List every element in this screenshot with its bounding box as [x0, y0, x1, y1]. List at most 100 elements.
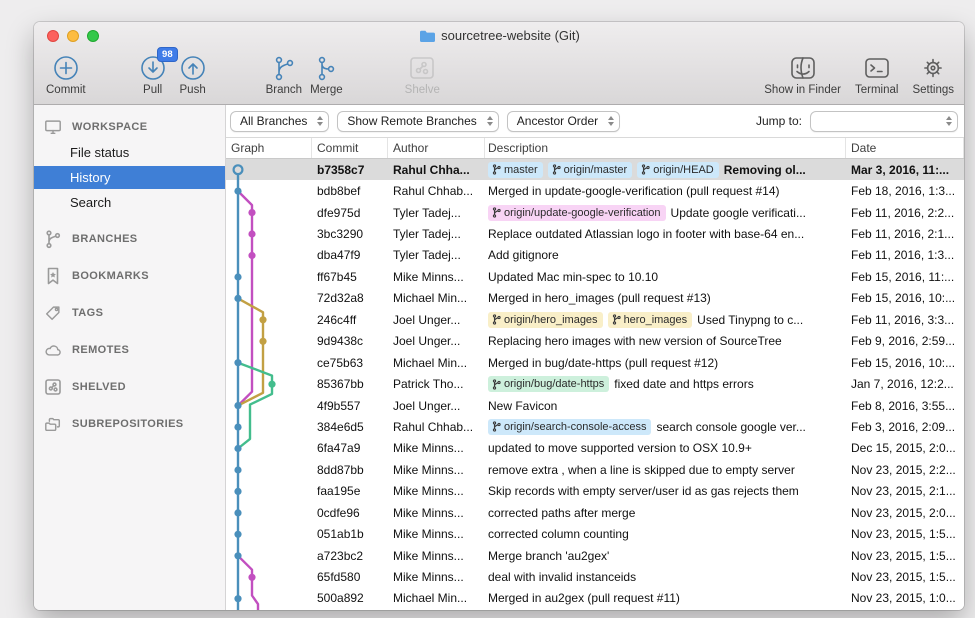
sidebar-header-branches[interactable]: BRANCHES: [34, 227, 225, 251]
graph-cell: [226, 588, 312, 609]
commit-date: Nov 23, 2015, 2:0...: [846, 506, 964, 520]
commit-date: Feb 15, 2016, 10:...: [846, 291, 964, 305]
plus-circle-icon: [51, 51, 81, 84]
branch-badge-label: origin/search-console-access: [504, 421, 646, 433]
commit-description-cell: Merged in hero_images (pull request #13): [485, 291, 846, 305]
toolbar-button-settings[interactable]: Settings: [912, 51, 954, 96]
column-header-description[interactable]: Description: [485, 138, 846, 158]
stepper-arrows-icon: [608, 116, 614, 126]
commit-date: Nov 23, 2015, 2:1...: [846, 484, 964, 498]
branch-filter-select[interactable]: All Branches: [230, 111, 329, 132]
sidebar-header-tags[interactable]: TAGS: [34, 301, 225, 325]
sidebar-item-file-status[interactable]: File status: [34, 141, 225, 164]
toolbar-button-pull[interactable]: 98Pull: [138, 51, 168, 96]
branch-badge-icon: [492, 207, 501, 218]
branch-badge[interactable]: origin/search-console-access: [488, 419, 651, 435]
commit-hash: bdb8bef: [312, 184, 388, 198]
toolbar-button-merge[interactable]: Merge: [310, 51, 343, 96]
branch-badge[interactable]: master: [488, 162, 543, 178]
commit-message: deal with invalid instanceids: [488, 570, 636, 584]
commit-description-cell: Replace outdated Atlassian logo in foote…: [485, 227, 846, 241]
close-window-button[interactable]: [47, 30, 59, 42]
titlebar[interactable]: sourcetree-website (Git): [34, 22, 964, 49]
minimize-window-button[interactable]: [67, 30, 79, 42]
commit-row-3bc3290[interactable]: 3bc3290Tyler Tadej...Replace outdated At…: [226, 223, 964, 244]
toolbar-button-push[interactable]: Push: [178, 51, 208, 96]
commit-author: Michael Min...: [388, 356, 485, 370]
commit-row-9d9438c[interactable]: 9d9438cJoel Unger...Replacing hero image…: [226, 331, 964, 352]
toolbar-button-label: Commit: [46, 84, 86, 96]
commit-author: Rahul Chhab...: [388, 420, 485, 434]
commit-author: Joel Unger...: [388, 313, 485, 327]
commit-row-85367bb[interactable]: 85367bbPatrick Tho...origin/bug/date-htt…: [226, 373, 964, 394]
branch-badge[interactable]: origin/update-google-verification: [488, 205, 666, 221]
commit-row-dba47f9[interactable]: dba47f9Tyler Tadej...Add gitignoreFeb 11…: [226, 245, 964, 266]
commit-author: Mike Minns...: [388, 527, 485, 541]
column-header-commit[interactable]: Commit: [312, 138, 388, 158]
sidebar-item-history[interactable]: History: [34, 166, 225, 189]
commit-row-faa195e[interactable]: faa195eMike Minns...Skip records with em…: [226, 481, 964, 502]
branch-badge[interactable]: origin/bug/date-https: [488, 376, 609, 392]
sidebar-item-search[interactable]: Search: [34, 191, 225, 214]
commit-row-384e6d5[interactable]: 384e6d5Rahul Chhab...origin/search-conso…: [226, 416, 964, 437]
commit-row-8dd87bb[interactable]: 8dd87bbMike Minns...remove extra , when …: [226, 459, 964, 480]
commit-row-dfe975d[interactable]: dfe975dTyler Tadej...origin/update-googl…: [226, 202, 964, 223]
commit-row-4f9b557[interactable]: 4f9b557Joel Unger...New FaviconFeb 8, 20…: [226, 395, 964, 416]
branches-icon: [44, 230, 62, 248]
commit-date: Feb 9, 2016, 2:59...: [846, 334, 964, 348]
sidebar-header-remotes[interactable]: REMOTES: [34, 338, 225, 362]
remote-branches-value: Show Remote Branches: [347, 114, 476, 128]
commit-hash: ff67b45: [312, 270, 388, 284]
commit-row-65fd580[interactable]: 65fd580Mike Minns...deal with invalid in…: [226, 566, 964, 587]
commit-row-0cdfe96[interactable]: 0cdfe96Mike Minns...corrected paths afte…: [226, 502, 964, 523]
commit-author: Patrick Tho...: [388, 377, 485, 391]
sidebar-header-shelved[interactable]: SHELVED: [34, 375, 225, 399]
sidebar-header-workspace[interactable]: WORKSPACE: [34, 115, 225, 139]
remote-branches-select[interactable]: Show Remote Branches: [337, 111, 498, 132]
column-header-date[interactable]: Date: [846, 138, 964, 158]
zoom-window-button[interactable]: [87, 30, 99, 42]
commit-message: Skip records with empty server/user id a…: [488, 484, 799, 498]
branch-badge[interactable]: origin/hero_images: [488, 312, 603, 328]
commit-hash: 85367bb: [312, 377, 388, 391]
commit-row-6fa47a9[interactable]: 6fa47a9Mike Minns...updated to move supp…: [226, 438, 964, 459]
graph-cell: [226, 266, 312, 287]
commit-row-ce75b63[interactable]: ce75b63Michael Min...Merged in bug/date-…: [226, 352, 964, 373]
order-value: Ancestor Order: [517, 114, 598, 128]
commit-row-500a892[interactable]: 500a892Michael Min...Merged in au2gex (p…: [226, 588, 964, 609]
branch-badge[interactable]: hero_images: [608, 312, 693, 328]
commit-row-bdb8bef[interactable]: bdb8befRahul Chhab...Merged in update-go…: [226, 180, 964, 201]
sidebar-header-subrepositories[interactable]: SUBREPOSITORIES: [34, 412, 225, 436]
graph-cell: [226, 523, 312, 544]
jump-to-select[interactable]: [810, 111, 958, 132]
toolbar-button-commit[interactable]: Commit: [46, 51, 86, 96]
commit-row-72d32a8[interactable]: 72d32a8Michael Min...Merged in hero_imag…: [226, 288, 964, 309]
column-header-graph[interactable]: Graph: [226, 138, 312, 158]
commit-row-a723bc2[interactable]: a723bc2Mike Minns...Merge branch 'au2gex…: [226, 545, 964, 566]
commit-row-051ab1b[interactable]: 051ab1bMike Minns...corrected column cou…: [226, 523, 964, 544]
commit-date: Nov 23, 2015, 1:0...: [846, 591, 964, 605]
commit-author: Joel Unger...: [388, 334, 485, 348]
toolbar-button-label: Show in Finder: [764, 84, 841, 96]
commit-row-246c4ff[interactable]: 246c4ffJoel Unger...origin/hero_imageshe…: [226, 309, 964, 330]
workspace-icon: [44, 118, 62, 136]
toolbar-button-branch[interactable]: Branch: [266, 51, 302, 96]
commit-author: Mike Minns...: [388, 549, 485, 563]
remotes-icon: [44, 341, 62, 359]
commit-description-cell: Merged in au2gex (pull request #11): [485, 591, 846, 605]
sidebar-section-label: TAGS: [72, 307, 103, 319]
toolbar-button-finder[interactable]: Show in Finder: [764, 51, 841, 96]
commit-row-b7358c7[interactable]: b7358c7Rahul Chha...masterorigin/mastero…: [226, 159, 964, 180]
commit-row-ff67b45[interactable]: ff67b45Mike Minns...Updated Mac min-spec…: [226, 266, 964, 287]
graph-cell: [226, 180, 312, 201]
sidebar-header-bookmarks[interactable]: BOOKMARKS: [34, 264, 225, 288]
commit-description-cell: masterorigin/masterorigin/HEADRemoving o…: [485, 162, 846, 178]
graph-cell: [226, 373, 312, 394]
branch-badge[interactable]: origin/master: [548, 162, 633, 178]
order-select[interactable]: Ancestor Order: [507, 111, 620, 132]
branch-badge-icon: [492, 164, 501, 175]
toolbar-button-terminal[interactable]: Terminal: [855, 51, 898, 96]
branch-badge[interactable]: origin/HEAD: [637, 162, 719, 178]
column-header-author[interactable]: Author: [388, 138, 485, 158]
toolbar-button-label: Pull: [143, 84, 162, 96]
